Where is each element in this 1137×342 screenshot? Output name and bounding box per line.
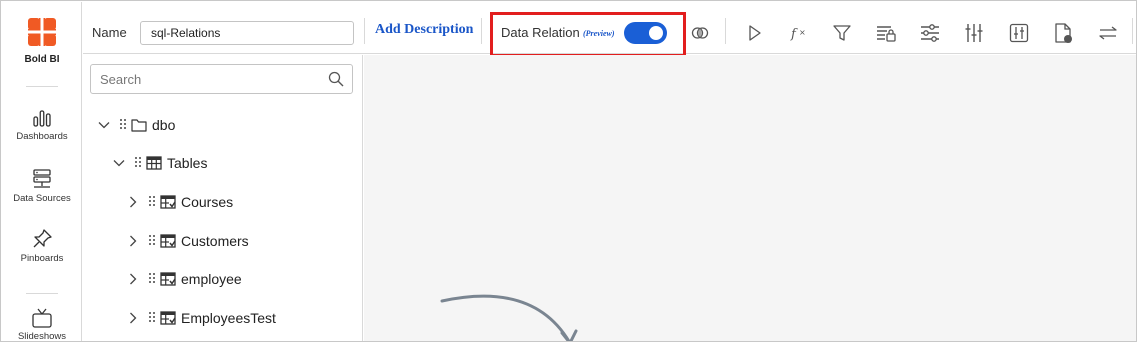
tree-node-table[interactable]: Courses [126,191,233,213]
tree-node-schema[interactable]: dbo [97,114,175,136]
schema-panel: dbo Tables Courses Customers [83,55,363,341]
tree-node-table[interactable]: employee [126,268,242,290]
nav-item-label: Data Sources [13,193,71,204]
pin-icon [33,229,52,248]
search-icon[interactable] [328,71,344,87]
play-icon[interactable] [743,22,765,44]
data-sources-icon [33,169,51,188]
table-icon [160,271,181,287]
svg-text:f: f [790,27,798,42]
design-canvas[interactable] [364,55,1136,341]
tree-node-table[interactable]: Customers [126,230,249,252]
chevron-right-icon[interactable] [126,272,148,286]
drag-handle-icon[interactable] [119,118,131,132]
chevron-right-icon[interactable] [126,195,148,209]
tree-node-label: dbo [152,117,176,133]
brand-name: Bold BI [24,54,60,65]
nav-item-label: Slideshows [17,331,67,342]
folder-icon [131,117,152,133]
toolbar-divider [364,18,365,44]
table-icon [160,233,181,249]
preview-badge: (Preview) [583,29,615,38]
chevron-down-icon[interactable] [97,118,119,132]
secured-table-icon[interactable] [875,22,897,44]
column-settings-icon[interactable] [1008,22,1030,44]
document-icon[interactable] [1052,22,1074,44]
nav-item-slideshows[interactable]: Slideshows [2,308,82,342]
name-input[interactable] [140,21,354,45]
drag-handle-icon[interactable] [148,195,160,209]
slideshow-icon [32,308,52,328]
nav-divider [26,86,58,87]
toolbar-divider [481,18,482,44]
settings-sliders-icon[interactable] [919,22,941,44]
drag-handle-icon[interactable] [148,234,160,248]
app-window: Bold BI Dashboards Data Sources Pinboard… [0,0,1137,342]
data-relation-label: Data Relation [501,25,580,40]
add-description-link[interactable]: Add Description [375,22,473,38]
data-relation-toggle[interactable] [624,22,667,44]
drag-hint-arrow [440,294,578,341]
left-navigation: Bold BI Dashboards Data Sources Pinboard… [2,2,82,342]
bold-bi-logo[interactable] [26,16,58,48]
dashboards-icon [33,110,51,127]
toggle-knob [649,26,663,40]
tree-node-label: Courses [181,194,234,210]
drag-handle-icon[interactable] [148,272,160,286]
tables-icon [146,155,167,171]
tree-node-label: EmployeesTest [181,310,276,326]
toolbar-divider [725,18,726,44]
swap-icon[interactable] [1097,22,1119,44]
chevron-right-icon[interactable] [126,311,148,325]
svg-text:×: × [799,28,806,37]
nav-item-data-sources[interactable]: Data Sources [2,168,82,204]
nav-divider [26,293,58,294]
name-label: Name [92,25,127,40]
chevron-down-icon[interactable] [112,156,134,170]
toolbar-divider [1132,18,1133,44]
table-icon [160,310,181,326]
tree-node-tables[interactable]: Tables [112,152,207,174]
join-icon[interactable] [689,22,711,44]
search-box [90,64,353,94]
chevron-right-icon[interactable] [126,234,148,248]
tree-node-label: Tables [167,155,208,171]
nav-item-dashboards[interactable]: Dashboards [2,108,82,142]
nav-item-label: Pinboards [20,253,64,264]
function-icon[interactable]: f × [788,22,810,44]
nav-item-pinboards[interactable]: Pinboards [2,228,82,264]
drag-handle-icon[interactable] [134,156,146,170]
toolbar: Name Add Description Data Relation (Prev… [83,2,1136,57]
tree-node-table[interactable]: EmployeesTest [126,307,276,329]
tree-node-label: Customers [181,233,249,249]
nav-item-label: Dashboards [16,131,68,142]
parameter-icon[interactable] [963,22,985,44]
filter-icon[interactable] [831,22,853,44]
drag-handle-icon[interactable] [148,311,160,325]
search-input[interactable] [91,65,321,93]
tree-node-label: employee [181,271,242,287]
table-icon [160,194,181,210]
